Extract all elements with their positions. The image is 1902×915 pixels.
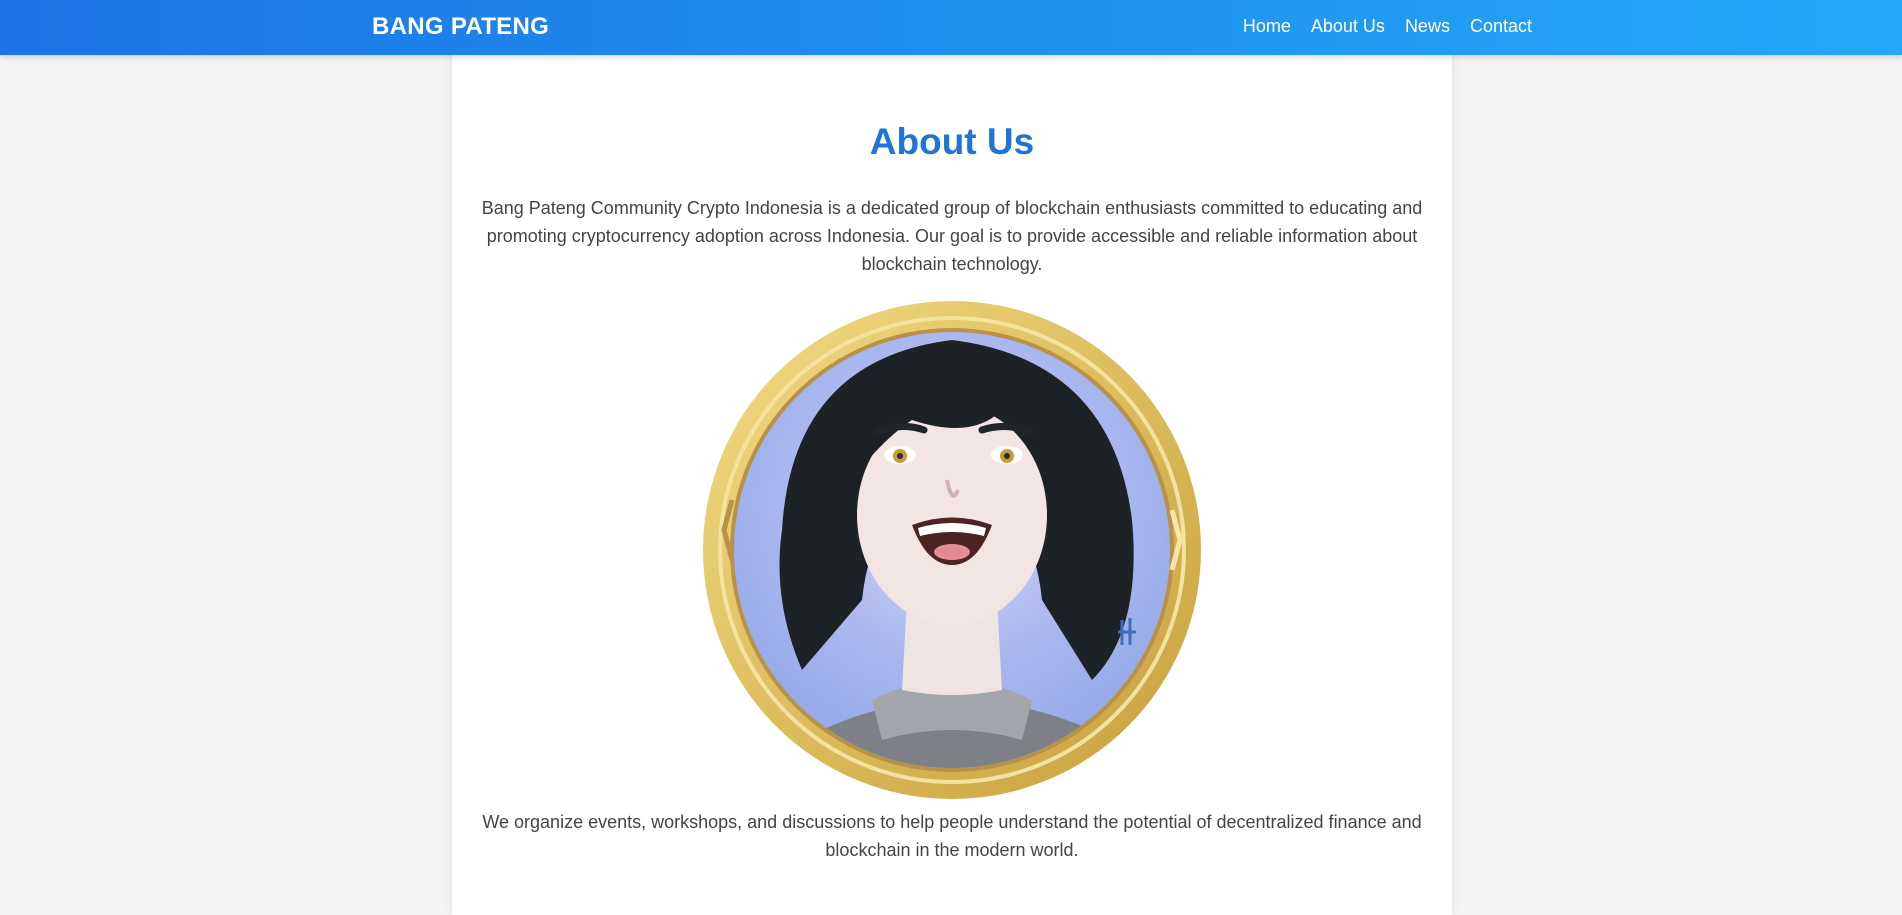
brand-logo[interactable]: BANG PATENG (372, 13, 549, 41)
nav-link-about-us[interactable]: About Us (1311, 16, 1385, 37)
intro-paragraph: Bang Pateng Community Crypto Indonesia i… (481, 198, 1423, 274)
page-title: About Us (869, 121, 1035, 162)
coin-avatar-icon (703, 301, 1201, 799)
top-navbar: BANG PATENG Home About Us News Contact (0, 0, 1902, 55)
nav-link-news[interactable]: News (1405, 16, 1450, 37)
nav-link-contact[interactable]: Contact (1470, 16, 1532, 37)
nav-link-home[interactable]: Home (1243, 16, 1291, 37)
nav-menu: Home About Us News Contact (1243, 16, 1532, 37)
about-content-card: About Us Bang Pateng Community Crypto In… (452, 55, 1452, 915)
outro-paragraph: We organize events, workshops, and discu… (482, 812, 1422, 860)
